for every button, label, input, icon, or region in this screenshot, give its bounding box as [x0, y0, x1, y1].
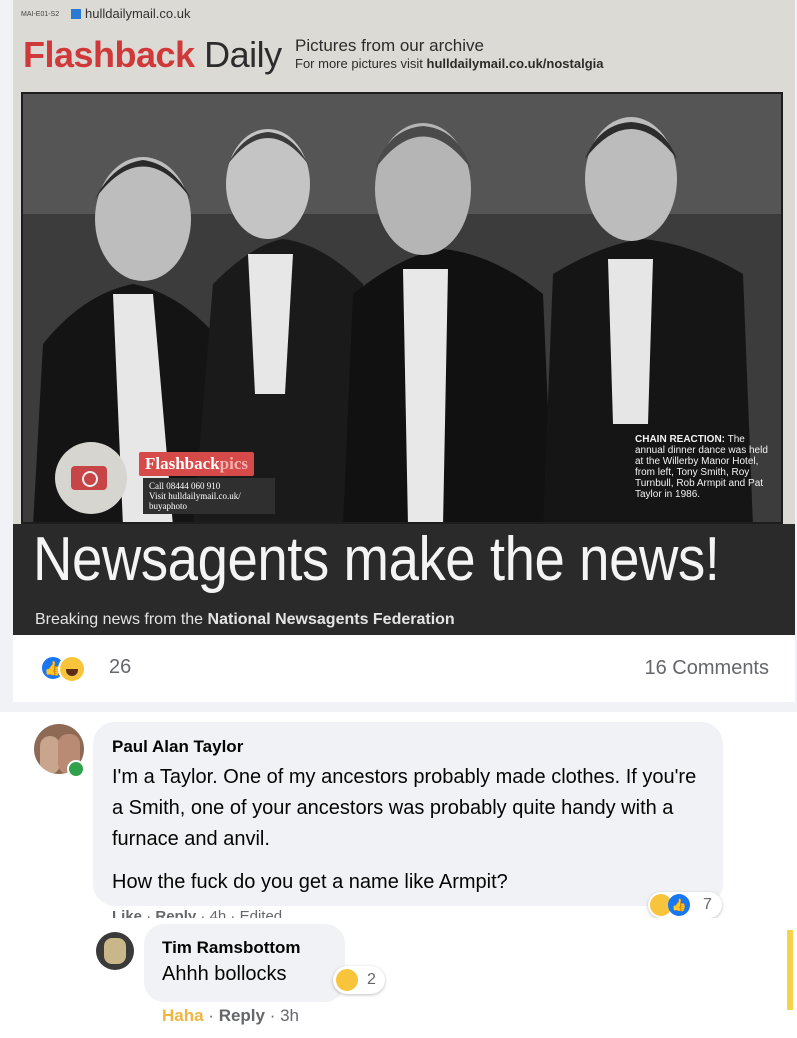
avatar[interactable]: [96, 932, 134, 970]
haha-link[interactable]: Haha: [162, 1006, 204, 1025]
archive-photo: Flashbackpics Call 08444 060 910 Visit h…: [21, 92, 783, 524]
badge-contact: Call 08444 060 910 Visit hulldailymail.c…: [143, 478, 275, 514]
comment-reaction-count: 7: [703, 896, 712, 913]
comment-text: I'm a Taylor. One of my ancestors probab…: [112, 766, 697, 893]
reply-reactions[interactable]: 2: [333, 966, 385, 994]
reply-time[interactable]: 3h: [280, 1006, 299, 1025]
headline: Newsagents make the news!: [33, 525, 720, 594]
comment-author[interactable]: Paul Alan Taylor: [112, 737, 243, 757]
haha-reaction-icon: [336, 969, 358, 991]
camera-icon: [71, 466, 107, 490]
comment-time[interactable]: 4h: [210, 908, 227, 918]
reply-actions: Haha · Reply · 3h: [162, 1006, 300, 1025]
section-brand: Flashback Daily: [23, 34, 282, 75]
comment-reactions[interactable]: 👍 7: [648, 892, 722, 918]
comments-count-link[interactable]: 16 Comments: [645, 657, 770, 680]
subheadline: Breaking news from the National Newsagen…: [35, 611, 455, 628]
newspaper-header: MAI-E01-S2 hulldailymail.co.uk Flashback…: [13, 0, 795, 88]
section-link-text: For more pictures visit hulldailymail.co…: [295, 56, 604, 71]
section-subtitle: Pictures from our archive: [295, 36, 484, 55]
headline-banner: Newsagents make the news! Breaking news …: [13, 524, 795, 635]
photo-caption: CHAIN REACTION: The annual dinner dance …: [635, 434, 768, 500]
reply-link[interactable]: Reply: [219, 1006, 265, 1025]
reply-reaction-count: 2: [367, 971, 376, 988]
edited-label: Edited: [239, 908, 283, 918]
flashback-pics-badge: Flashbackpics Call 08444 060 910 Visit h…: [55, 442, 275, 514]
reply-text: Ahhh bollocks: [162, 963, 287, 985]
post-image[interactable]: MAI-E01-S2 hulldailymail.co.uk Flashback…: [13, 0, 795, 635]
page-code: MAI-E01-S2: [21, 11, 60, 18]
reply-link[interactable]: Reply: [155, 908, 196, 918]
reaction-count: 26: [109, 656, 132, 678]
haha-reaction-icon: [58, 655, 86, 683]
edge-highlight: [787, 930, 793, 1010]
site-icon: [71, 9, 81, 19]
like-reaction-icon: 👍: [668, 894, 690, 916]
badge-title: Flashbackpics: [139, 452, 254, 476]
like-link[interactable]: Like: [112, 908, 142, 918]
site-name: hulldailymail.co.uk: [71, 6, 191, 21]
comment-actions: Like · Reply · 4h · Edited: [112, 908, 282, 918]
reply-author[interactable]: Tim Ramsbottom: [162, 938, 301, 958]
online-status-icon: [67, 760, 85, 778]
